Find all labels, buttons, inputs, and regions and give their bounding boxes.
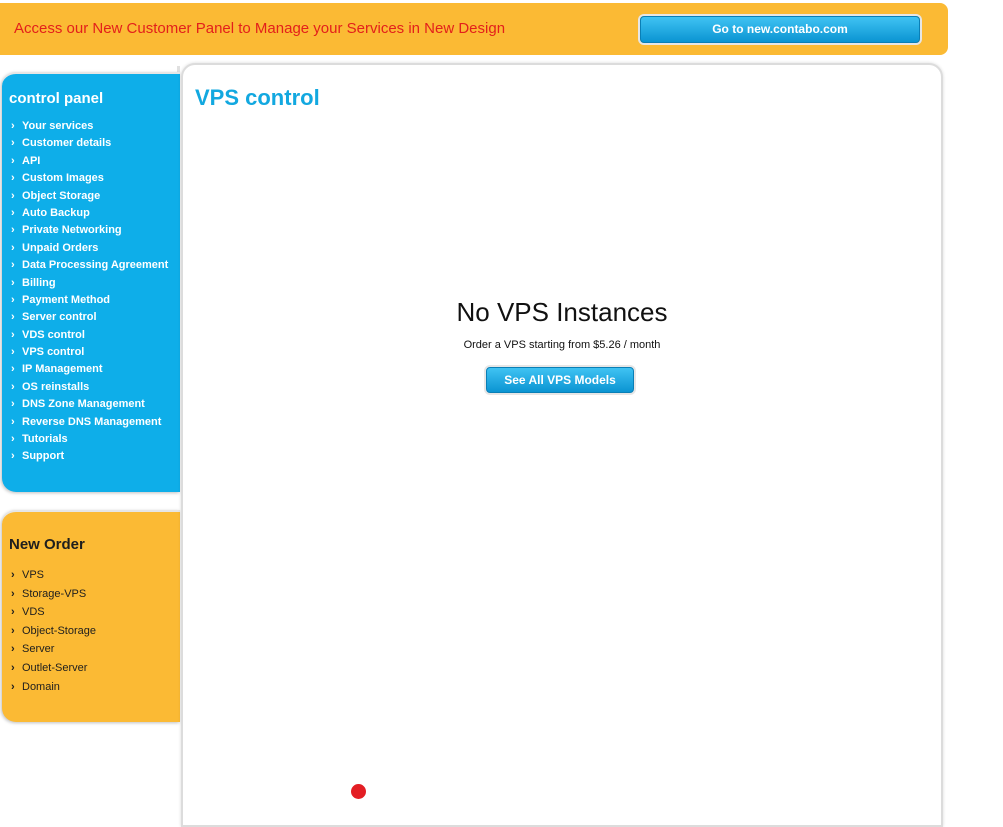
sidebar-item-label: VDS control — [22, 328, 85, 341]
control-panel-menu: › Your services › Customer details › API › C… — [11, 118, 168, 466]
sidebar-item-support[interactable]: › Support — [11, 448, 168, 465]
chevron-right-icon: › — [11, 606, 15, 619]
chevron-right-icon: › — [11, 450, 15, 463]
order-item-server[interactable]: › Server — [11, 640, 96, 659]
chevron-right-icon: › — [11, 293, 15, 306]
main-content: VPS control No VPS Instances Order a VPS… — [181, 63, 943, 827]
chevron-right-icon: › — [11, 569, 15, 581]
sidebar-item-billing[interactable]: › Billing — [11, 275, 168, 292]
sidebar-item-os-reinstalls[interactable]: › OS reinstalls — [11, 379, 168, 396]
sidebar-item-label: Support — [22, 450, 65, 463]
order-item-label: Outlet-Server — [22, 661, 88, 674]
chevron-right-icon: › — [11, 643, 15, 656]
sidebar-item-label: IP Management — [22, 363, 103, 376]
sidebar-item-label: Private Networking — [22, 224, 122, 237]
sidebar-item-label: VPS control — [22, 346, 85, 359]
control-panel-title: control panel — [9, 90, 104, 107]
sidebar-item-vps-control[interactable]: › VPS control — [11, 344, 168, 361]
sidebar-item-object-storage[interactable]: › Object Storage — [11, 188, 168, 205]
sidebar-item-unpaid-orders[interactable]: › Unpaid Orders — [11, 240, 168, 257]
sidebar-item-label: Auto Backup — [22, 206, 90, 219]
order-item-vds[interactable]: › VDS — [11, 603, 96, 622]
control-panel-sidebar: control panel › Your services › Customer d… — [2, 72, 180, 492]
chevron-right-icon: › — [11, 661, 15, 674]
sidebar-item-auto-backup[interactable]: › Auto Backup — [11, 205, 168, 222]
order-item-label: Domain — [22, 680, 60, 693]
order-item-outlet-server[interactable]: › Outlet-Server — [11, 659, 96, 678]
chevron-right-icon: › — [11, 680, 15, 693]
chevron-right-icon: › — [11, 587, 15, 600]
order-item-label: Storage-VPS — [22, 587, 87, 600]
sidebar-item-label: Customer details — [22, 137, 112, 150]
order-item-label: Server — [22, 643, 55, 656]
sidebar-item-ip-management[interactable]: › IP Management — [11, 361, 168, 378]
sidebar-item-label: Your services — [22, 120, 94, 132]
red-dot-indicator — [351, 784, 366, 799]
sidebar-item-data-processing-agreement[interactable]: › Data Processing Agreement — [11, 257, 168, 274]
sidebar-item-payment-method[interactable]: › Payment Method — [11, 292, 168, 309]
sidebar-item-customer-details[interactable]: › Customer details — [11, 135, 168, 152]
see-all-vps-models-button[interactable]: See All VPS Models — [486, 367, 634, 393]
sidebar-item-private-networking[interactable]: › Private Networking — [11, 222, 168, 239]
sidebar-item-label: OS reinstalls — [22, 380, 90, 393]
chevron-right-icon: › — [11, 624, 15, 637]
sidebar-item-label: API — [22, 154, 41, 167]
sidebar-item-label: Server control — [22, 311, 97, 324]
sidebar-item-label: Payment Method — [22, 293, 111, 306]
page-title: VPS control — [195, 85, 320, 110]
order-item-label: Object-Storage — [22, 624, 96, 637]
sidebar-item-custom-images[interactable]: › Custom Images — [11, 170, 168, 187]
order-item-label: VDS — [22, 606, 45, 619]
sidebar-item-label: Data Processing Agreement — [22, 259, 169, 272]
sidebar-item-tutorials[interactable]: › Tutorials — [11, 431, 168, 448]
chevron-right-icon: › — [11, 259, 15, 272]
chevron-right-icon: › — [11, 346, 15, 359]
sidebar-item-label: Billing — [22, 276, 56, 289]
sidebar-item-label: Object Storage — [22, 189, 101, 202]
chevron-right-icon: › — [11, 154, 15, 167]
chevron-right-icon: › — [11, 398, 15, 411]
go-to-new-panel-button[interactable]: Go to new.contabo.com — [640, 16, 920, 43]
sidebar-item-reverse-dns-management[interactable]: › Reverse DNS Management — [11, 414, 168, 431]
empty-state-subtitle: Order a VPS starting from $5.26 / month — [463, 339, 661, 351]
chevron-right-icon: › — [11, 241, 15, 254]
chevron-right-icon: › — [11, 433, 15, 446]
empty-state-title: No VPS Instances — [456, 297, 668, 327]
sidebar-item-label: Reverse DNS Management — [22, 415, 162, 428]
chevron-right-icon: › — [11, 328, 15, 341]
chevron-right-icon: › — [11, 276, 15, 289]
order-item-vps[interactable]: › VPS — [11, 566, 96, 585]
chevron-right-icon: › — [11, 120, 15, 132]
sidebar-item-label: Unpaid Orders — [22, 241, 99, 254]
sidebar-item-api[interactable]: › API — [11, 153, 168, 170]
sidebar-item-vds-control[interactable]: › VDS control — [11, 327, 168, 344]
chevron-right-icon: › — [11, 415, 15, 428]
sidebar-item-label: Tutorials — [22, 433, 68, 446]
chevron-right-icon: › — [11, 137, 15, 150]
top-banner: Access our New Customer Panel to Manage … — [0, 3, 948, 55]
order-item-storage-vps[interactable]: › Storage-VPS — [11, 585, 96, 604]
sidebar-item-dns-zone-management[interactable]: › DNS Zone Management — [11, 396, 168, 413]
chevron-right-icon: › — [11, 172, 15, 185]
sidebar-item-label: DNS Zone Management — [22, 398, 145, 411]
chevron-right-icon: › — [11, 380, 15, 393]
chevron-right-icon: › — [11, 189, 15, 202]
chevron-right-icon: › — [11, 311, 15, 324]
chevron-right-icon: › — [11, 363, 15, 376]
chevron-right-icon: › — [11, 224, 15, 237]
order-item-object-storage[interactable]: › Object-Storage — [11, 622, 96, 641]
sidebar-item-server-control[interactable]: › Server control — [11, 309, 168, 326]
order-item-label: VPS — [22, 569, 45, 581]
order-item-domain[interactable]: › Domain — [11, 678, 96, 697]
banner-text: Access our New Customer Panel to Manage … — [14, 20, 506, 37]
sidebar-item-label: Custom Images — [22, 172, 104, 185]
new-order-sidebar: New Order › VPS › Storage-VPS › VDS › Object… — [2, 510, 180, 722]
new-order-menu: › VPS › Storage-VPS › VDS › Object-Storage ›… — [11, 566, 96, 696]
new-order-title: New Order — [9, 536, 85, 553]
sidebar-item-your-services[interactable]: › Your services — [11, 118, 168, 135]
chevron-right-icon: › — [11, 206, 15, 219]
